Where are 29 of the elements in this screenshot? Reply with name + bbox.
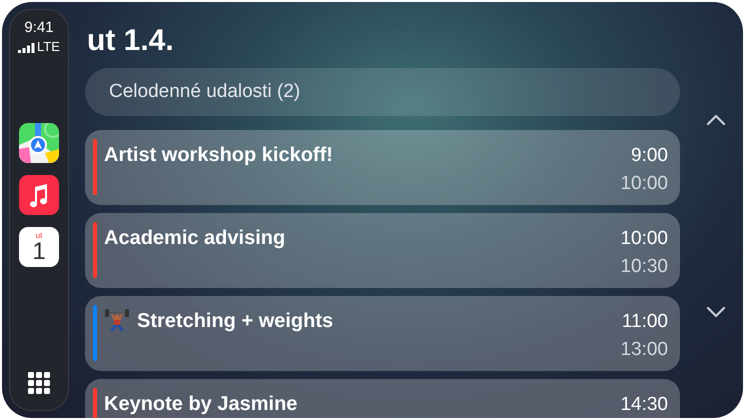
event-start-time: 9:00 xyxy=(631,144,668,168)
status-time: 9:41 xyxy=(24,20,54,35)
event-start-time: 10:00 xyxy=(620,227,668,251)
event-card[interactable]: Stretching + weights 11:00 13:00 xyxy=(85,296,680,371)
signal-icon xyxy=(18,43,36,53)
event-start-time: 11:00 xyxy=(622,310,668,334)
event-title: Artist workshop kickoff! xyxy=(104,143,333,167)
event-card[interactable]: Academic advising 10:00 10:30 xyxy=(85,213,680,288)
weightlifter-icon xyxy=(104,309,130,333)
network-label: LTE xyxy=(37,40,60,53)
calendar-weekday: ut xyxy=(36,232,42,240)
all-day-events-button[interactable]: Celodenné udalosti (2) xyxy=(85,68,680,116)
calendar-app-icon[interactable]: ut 1 xyxy=(19,227,59,267)
map-app-icon[interactable] xyxy=(19,123,59,163)
calendar-day: 1 xyxy=(32,240,46,264)
event-end-time: 10:00 xyxy=(620,172,668,196)
event-title: Keynote by Jasmine xyxy=(104,392,298,416)
date-heading: ut 1.4. xyxy=(87,26,175,56)
scroll-down-icon[interactable] xyxy=(706,306,726,318)
event-card[interactable]: Artist workshop kickoff! 9:00 10:00 xyxy=(85,130,680,205)
event-end-time: 13:00 xyxy=(620,338,668,362)
music-app-icon[interactable] xyxy=(19,175,59,215)
app-grid-icon[interactable] xyxy=(28,372,50,394)
event-end-time: 10:30 xyxy=(620,255,668,279)
event-start-time: 14:30 xyxy=(620,393,668,417)
event-title: Academic advising xyxy=(104,226,286,250)
event-title: Stretching + weights xyxy=(137,309,334,333)
scroll-up-icon[interactable] xyxy=(706,114,726,126)
event-card[interactable]: Keynote by Jasmine 14:30 xyxy=(85,379,680,418)
